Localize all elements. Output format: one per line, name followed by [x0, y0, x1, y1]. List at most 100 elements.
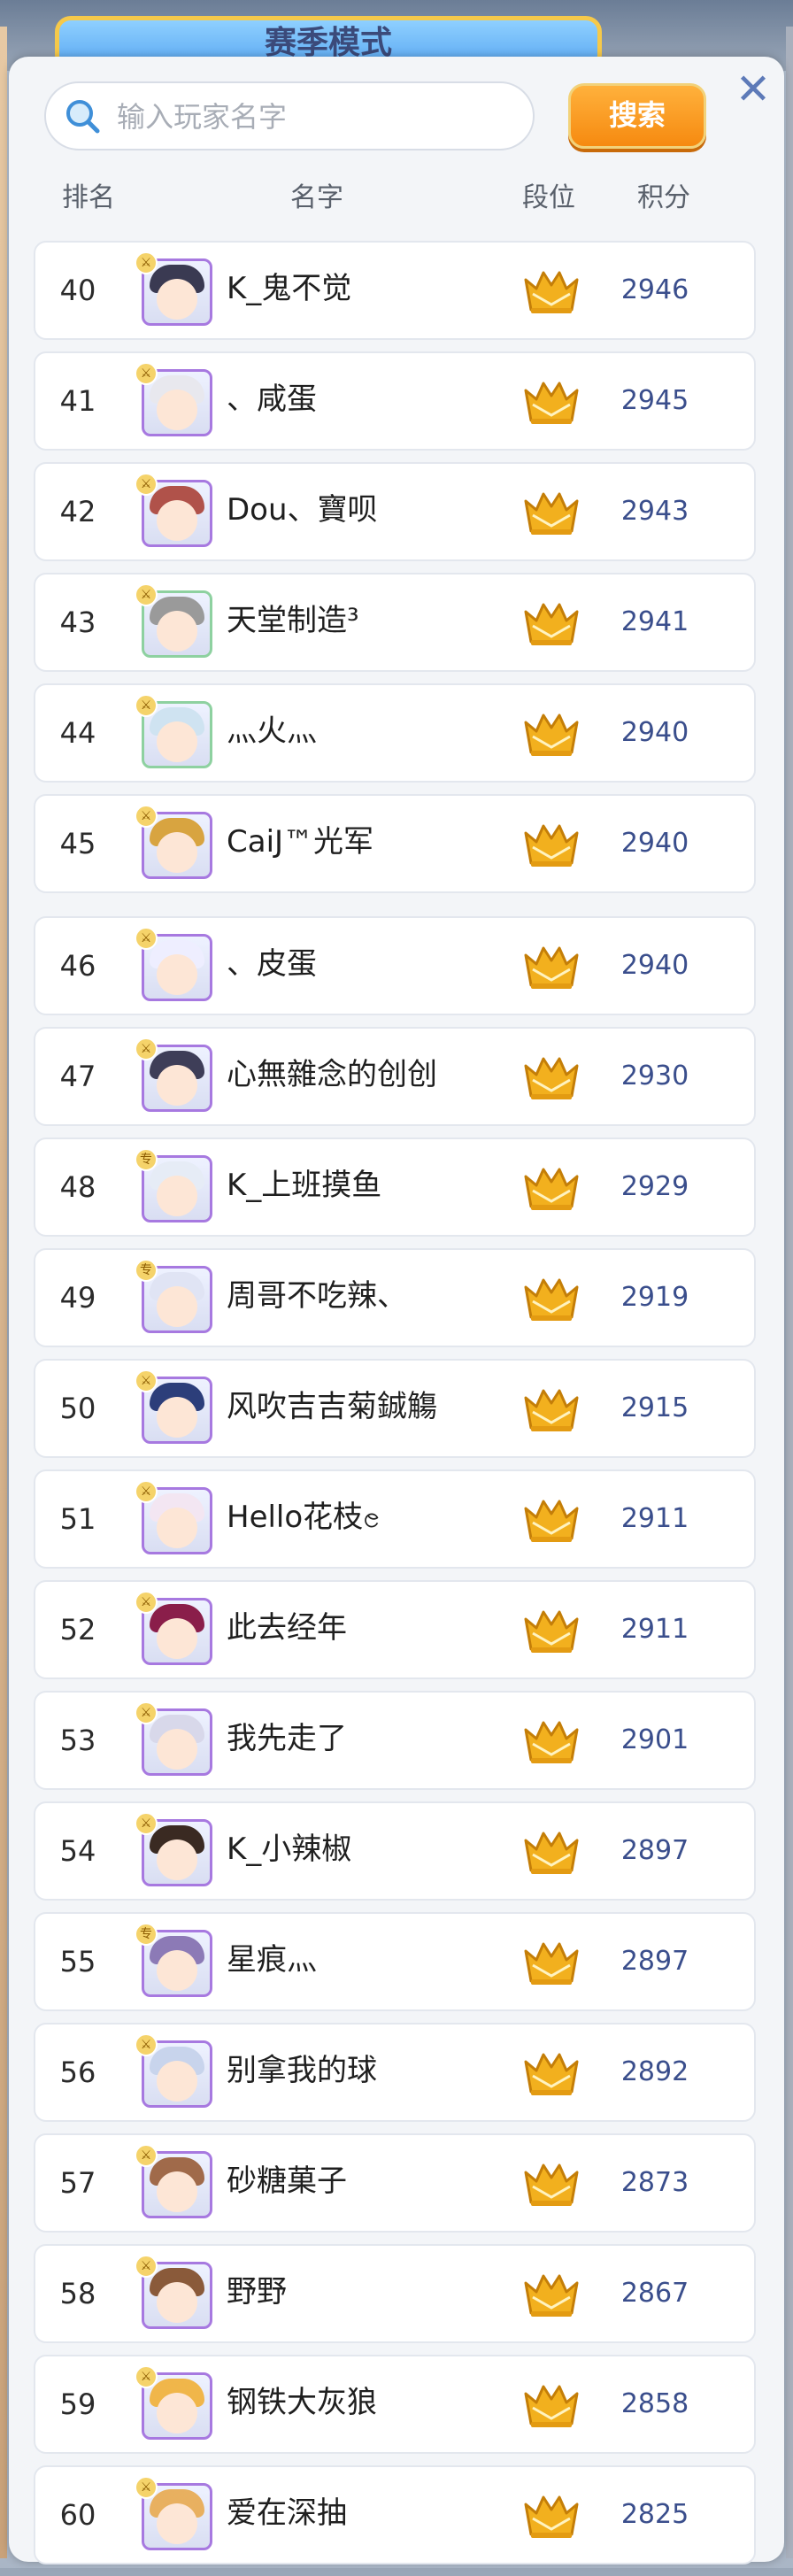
player-name: 钢铁大灰狼	[227, 2385, 377, 2420]
player-name: 野野	[227, 2274, 287, 2310]
player-name: 周哥不吃辣、	[227, 1278, 407, 1314]
player-name: 、皮蛋	[227, 946, 317, 982]
leaderboard-row[interactable]: 58 ⚔ 野野 2867	[34, 2244, 756, 2343]
leaderboard-row[interactable]: 55 专星痕灬 2897	[34, 1912, 756, 2011]
player-name: 此去经年	[227, 1610, 347, 1646]
player-name: 天堂制造³	[227, 603, 359, 638]
leaderboard-row[interactable]: 50 ⚔ 风吹吉吉菊鋮觴 2915	[34, 1359, 756, 1458]
player-name-input[interactable]	[115, 90, 526, 143]
leaderboard-row[interactable]: 45 ⚔ CaiJ™光军 2940	[34, 794, 756, 893]
player-score: 2945	[620, 385, 689, 416]
leaderboard-row[interactable]: 59 ⚔ 钢铁大灰狼 2858	[34, 2355, 756, 2454]
rank-number: 51	[59, 1502, 96, 1536]
leaderboard-row[interactable]: 46 ⚔ 、皮蛋 2940	[34, 916, 756, 1015]
player-score: 2940	[620, 717, 689, 748]
leaderboard-row[interactable]: 51 ⚔ Hello花枝ၔ 2911	[34, 1469, 756, 1569]
gold-tier-icon	[520, 2271, 582, 2320]
player-name: K_鬼不觉	[227, 271, 352, 306]
leaderboard-row[interactable]: 49 专周哥不吃辣、 2919	[34, 1248, 756, 1347]
gold-tier-icon	[520, 1828, 582, 1878]
gold-tier-icon	[520, 1607, 582, 1656]
avatar-badge-icon: 专	[135, 1148, 158, 1171]
gold-tier-icon	[520, 267, 582, 317]
search-button[interactable]: 搜索	[568, 83, 706, 149]
player-name: K_上班摸鱼	[227, 1168, 382, 1203]
rank-number: 50	[59, 1392, 96, 1425]
rank-number: 48	[59, 1170, 96, 1204]
column-header-score: 积分	[637, 182, 690, 213]
gold-tier-icon	[520, 2492, 582, 2541]
leaderboard-row[interactable]: 57 ⚔ 砂糖菓子 2873	[34, 2133, 756, 2233]
player-score: 2943	[620, 496, 689, 527]
player-name: 心無雜念的创创	[227, 1057, 437, 1092]
player-score: 2867	[620, 2278, 689, 2309]
player-score: 2940	[620, 950, 689, 981]
avatar-badge-icon: 专	[135, 1259, 158, 1282]
leaderboard-row[interactable]: 54 ⚔ K_小辣椒 2897	[34, 1801, 756, 1901]
rank-number: 40	[59, 274, 96, 307]
gold-tier-icon	[520, 710, 582, 760]
search-box[interactable]	[44, 81, 535, 150]
avatar-badge-icon: ⚔	[135, 583, 158, 606]
rank-number: 58	[59, 2277, 96, 2310]
rank-number: 49	[59, 1281, 96, 1315]
gold-tier-icon	[520, 1496, 582, 1546]
player-score: 2911	[620, 1614, 689, 1645]
avatar-badge-icon: ⚔	[135, 1591, 158, 1614]
avatar-badge-icon: 专	[135, 1923, 158, 1946]
player-score: 2858	[620, 2388, 689, 2419]
player-score: 2892	[620, 2056, 689, 2087]
leaderboard-row[interactable]: 44 ⚔ 灬火灬 2940	[34, 683, 756, 783]
avatar-badge-icon: ⚔	[135, 1480, 158, 1503]
gold-tier-icon	[520, 1275, 582, 1324]
avatar-badge-icon: ⚔	[135, 2365, 158, 2388]
rank-number: 60	[59, 2498, 96, 2532]
gold-tier-icon	[520, 1164, 582, 1214]
rank-number: 45	[59, 827, 96, 860]
rank-number: 47	[59, 1060, 96, 1093]
leaderboard-row[interactable]: 56 ⚔ 别拿我的球 2892	[34, 2023, 756, 2122]
gold-tier-icon	[520, 378, 582, 428]
player-score: 2919	[620, 1282, 689, 1313]
player-name: 我先走了	[227, 1721, 347, 1756]
avatar-badge-icon: ⚔	[135, 1701, 158, 1724]
rank-number: 42	[59, 495, 96, 528]
rank-number: 59	[59, 2387, 96, 2421]
rank-number: 44	[59, 716, 96, 750]
leaderboard-row[interactable]: 53 ⚔ 我先走了 2901	[34, 1691, 756, 1790]
leaderboard-row[interactable]: 48 专 K_上班摸鱼 2929	[34, 1138, 756, 1237]
avatar-badge-icon: ⚔	[135, 2033, 158, 2056]
close-icon[interactable]: ✕	[731, 68, 775, 113]
avatar-badge-icon: ⚔	[135, 805, 158, 828]
avatar-badge-icon: ⚔	[135, 473, 158, 496]
player-score: 2897	[620, 1946, 689, 1977]
avatar-badge-icon: ⚔	[135, 1037, 158, 1060]
player-score: 2941	[620, 606, 689, 637]
player-name: 、咸蛋	[227, 382, 317, 417]
avatar-badge-icon: ⚔	[135, 1369, 158, 1392]
player-score: 2873	[620, 2167, 689, 2198]
leaderboard-list[interactable]: 40 ⚔ K_鬼不觉 2946 41 ⚔ 、咸蛋 2945 42 ⚔ Dou、寶呗 2943 43 ⚔ 天堂…	[34, 241, 756, 2576]
rank-number: 52	[59, 1613, 96, 1647]
player-name: Dou、寶呗	[227, 492, 378, 528]
leaderboard-row[interactable]: 43 ⚔ 天堂制造³ 2941	[34, 573, 756, 672]
avatar-badge-icon: ⚔	[135, 2476, 158, 2499]
left-panel-edge	[0, 27, 7, 2558]
gold-tier-icon	[520, 1939, 582, 1988]
leaderboard-row[interactable]: 47 ⚔ 心無雜念的创创 2930	[34, 1027, 756, 1126]
leaderboard-row[interactable]: 42 ⚔ Dou、寶呗 2943	[34, 462, 756, 561]
gold-tier-icon	[520, 599, 582, 649]
gold-tier-icon	[520, 2049, 582, 2099]
gold-tier-icon	[520, 943, 582, 992]
column-header-tier: 段位	[522, 182, 575, 213]
gold-tier-icon	[520, 1717, 582, 1767]
player-score: 2940	[620, 828, 689, 859]
leaderboard-row[interactable]: 52 ⚔ 此去经年 2911	[34, 1580, 756, 1679]
leaderboard-row[interactable]: 41 ⚔ 、咸蛋 2945	[34, 351, 756, 451]
leaderboard-row[interactable]: 60 ⚔ 爱在深抽 2825	[34, 2465, 756, 2564]
player-score: 2911	[620, 1503, 689, 1534]
player-name: 灬火灬	[227, 713, 317, 749]
leaderboard-row[interactable]: 40 ⚔ K_鬼不觉 2946	[34, 241, 756, 340]
player-name: 星痕灬	[227, 1942, 317, 1978]
search-icon	[66, 100, 100, 134]
